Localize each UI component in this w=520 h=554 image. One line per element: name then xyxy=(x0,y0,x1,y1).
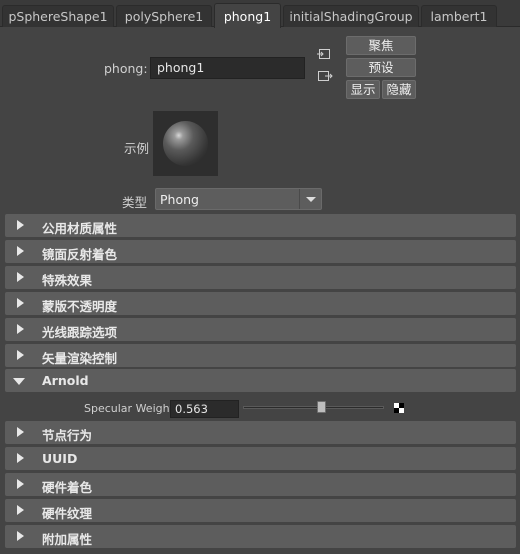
tab-polysphere1[interactable]: polySphere1 xyxy=(116,5,212,27)
input-connection-icon[interactable] xyxy=(317,47,333,61)
hide-button[interactable]: 隐藏 xyxy=(382,80,416,99)
tab-psphereshape1[interactable]: pSphereShape1 xyxy=(2,5,114,27)
section-title: UUID xyxy=(42,451,78,466)
section-hardware-shading[interactable]: 硬件着色 xyxy=(5,473,516,496)
swatch-label: 示例 xyxy=(124,141,150,156)
node-name-field[interactable]: phong1 xyxy=(150,57,305,79)
expand-arrow-icon xyxy=(17,453,24,463)
expand-arrow-icon xyxy=(17,298,24,308)
section-title: 硬件着色 xyxy=(42,480,93,495)
section-extra-attributes[interactable]: 附加属性 xyxy=(5,525,516,548)
expand-arrow-icon xyxy=(17,246,24,256)
section-matte-opacity[interactable]: 蒙版不透明度 xyxy=(5,292,516,315)
chevron-down-icon[interactable] xyxy=(299,189,321,209)
material-sphere-preview xyxy=(163,121,208,166)
expand-arrow-icon xyxy=(17,479,24,489)
expand-arrow-icon xyxy=(17,531,24,541)
section-title: 硬件纹理 xyxy=(42,506,93,521)
type-label: 类型 xyxy=(122,195,148,210)
section-common-material-attributes[interactable]: 公用材质属性 xyxy=(5,214,516,237)
section-arnold[interactable]: Arnold xyxy=(5,369,516,392)
expand-arrow-icon xyxy=(17,220,24,230)
output-connection-icon[interactable] xyxy=(317,69,333,83)
section-title: 镜面反射着色 xyxy=(42,247,118,262)
focus-button[interactable]: 聚焦 xyxy=(346,36,416,55)
expand-arrow-icon xyxy=(17,505,24,515)
tab-phong1[interactable]: phong1 xyxy=(214,3,281,28)
node-name-label: phong: xyxy=(104,61,148,76)
section-special-effects[interactable]: 特殊效果 xyxy=(5,266,516,289)
section-title: 光线跟踪选项 xyxy=(42,325,118,340)
type-dropdown-value: Phong xyxy=(160,192,199,207)
section-title: 节点行为 xyxy=(42,428,93,443)
specular-weight-slider-handle[interactable] xyxy=(317,401,326,413)
material-swatch[interactable] xyxy=(153,111,218,176)
expand-arrow-icon xyxy=(17,272,24,282)
section-title: 附加属性 xyxy=(42,532,93,547)
specular-weight-label: Specular Weight xyxy=(84,402,174,415)
section-title: 公用材质属性 xyxy=(42,221,118,236)
section-specular-shading[interactable]: 镜面反射着色 xyxy=(5,240,516,263)
section-title: 矢量渲染控制 xyxy=(42,351,118,366)
section-hardware-texturing[interactable]: 硬件纹理 xyxy=(5,499,516,522)
specular-weight-field[interactable]: 0.563 xyxy=(170,400,239,418)
tab-initialshadinggroup[interactable]: initialShadingGroup xyxy=(283,5,419,27)
section-title: 蒙版不透明度 xyxy=(42,299,118,314)
type-dropdown[interactable]: Phong xyxy=(155,188,322,210)
presets-button[interactable]: 预设 xyxy=(346,58,416,77)
section-vector-renderer-control[interactable]: 矢量渲染控制 xyxy=(5,344,516,367)
collapse-arrow-icon xyxy=(13,378,25,385)
section-raytrace-options[interactable]: 光线跟踪选项 xyxy=(5,318,516,341)
section-title: Arnold xyxy=(42,373,89,388)
section-node-behavior[interactable]: 节点行为 xyxy=(5,421,516,444)
tab-lambert1[interactable]: lambert1 xyxy=(421,5,497,27)
specular-weight-slider-track[interactable] xyxy=(243,406,384,409)
expand-arrow-icon xyxy=(17,324,24,334)
section-title: 特殊效果 xyxy=(42,273,93,288)
expand-arrow-icon xyxy=(17,350,24,360)
show-button[interactable]: 显示 xyxy=(346,80,380,99)
section-uuid[interactable]: UUID xyxy=(5,447,516,470)
checker-map-icon[interactable] xyxy=(394,403,404,413)
node-tab-bar: pSphereShape1 polySphere1 phong1 initial… xyxy=(0,0,520,28)
expand-arrow-icon xyxy=(17,427,24,437)
